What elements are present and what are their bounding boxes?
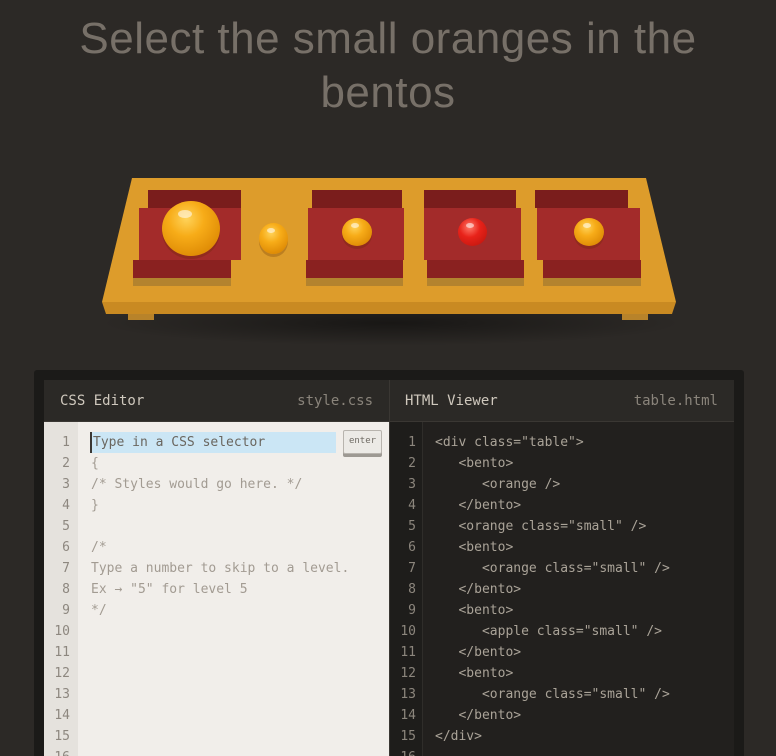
css_editor-line-number: 11	[54, 645, 70, 660]
css_editor-line-number: 7	[62, 561, 70, 576]
html_viewer-line-number: 9	[408, 603, 416, 618]
html_viewer-line-number: 2	[408, 456, 416, 471]
html_viewer-code-line: <bento>	[435, 666, 514, 681]
html_viewer-line-number: 12	[400, 666, 416, 681]
css_editor-code-line: /*	[91, 540, 107, 555]
css_editor-line-number: 15	[54, 729, 70, 744]
css-editor-filename: style.css	[297, 393, 373, 409]
css_editor-code-line: Type a number to skip to a level.	[91, 561, 350, 576]
html-line-numbers: 12345678910111213141516	[389, 422, 423, 756]
html_viewer-line-number: 1	[408, 435, 416, 450]
css_editor-code-line: }	[91, 498, 99, 513]
html_viewer-line-number: 10	[400, 624, 416, 639]
css-code-body: enter { /* Styles would go here. */} /* Typ…	[78, 422, 389, 756]
css_editor-line-number: 1	[62, 435, 70, 450]
html_viewer-code-line: <apple class="small" />	[435, 624, 662, 639]
css_editor-code-line: Ex → "5" for level 5	[91, 582, 248, 597]
css_editor-line-number: 8	[62, 582, 70, 597]
css_editor-line-number: 12	[54, 666, 70, 681]
editor: CSS Editor style.css 1 2 3 4 5 6 7 8 9 10 11 12 13 14…	[34, 370, 744, 756]
html-viewer-filename: table.html	[633, 393, 718, 409]
html_viewer-code-line: <bento>	[435, 540, 514, 555]
html-code-area: 12345678910111213141516 <div class="tabl…	[389, 422, 734, 756]
css_editor-line-number: 3	[62, 477, 70, 492]
css_editor-code-line: */	[91, 603, 107, 618]
css-editor-header: CSS Editor style.css	[44, 380, 389, 422]
css_editor-line-number: 5	[62, 519, 70, 534]
html_viewer-code-line: <orange />	[435, 477, 561, 492]
css-line-numbers: 12345678910111213141516	[44, 422, 78, 756]
css_editor-line-number: 2	[62, 456, 70, 471]
css-code-area: 12345678910111213141516 enter {/* Styles…	[44, 422, 389, 756]
html_viewer-code-line: <orange class="small" />	[435, 687, 670, 702]
css_editor-code-line: /* Styles would go here. */	[91, 477, 303, 492]
css_editor-line-number: 10	[54, 624, 70, 639]
html_viewer-line-number: 8	[408, 582, 416, 597]
css_editor-code-line: {	[91, 456, 99, 471]
html_viewer-line-number: 16	[390, 747, 416, 756]
css_editor-line-number: 9	[62, 603, 70, 618]
html_viewer-code-line: <orange class="small" />	[435, 561, 670, 576]
html_viewer-line-number: 3	[408, 477, 416, 492]
css-editor-title: CSS Editor	[60, 393, 145, 409]
css_editor-line-number: 14	[54, 708, 70, 723]
small-orange[interactable]	[259, 223, 288, 254]
html_viewer-line-number: 11	[400, 645, 416, 660]
css_editor-line-number: 6	[62, 540, 70, 555]
css-editor-pane: CSS Editor style.css 1 2 3 4 5 6 7 8 9 10 11 12 13 14…	[44, 380, 389, 756]
html_viewer-line-number: 13	[400, 687, 416, 702]
small-apple[interactable]	[458, 218, 487, 246]
html_viewer-line-number: 5	[408, 519, 416, 534]
html_viewer-code-line: </bento>	[435, 498, 522, 513]
enter-button[interactable]: enter	[343, 430, 382, 454]
html_viewer-line-number: 7	[408, 561, 416, 576]
html_viewer-code-line: </div>	[435, 729, 482, 744]
html_viewer-code-line: <orange class="small" />	[435, 519, 647, 534]
html-code-body: <div class="table"> <bento> <orange /> <…	[423, 422, 734, 756]
html-viewer-title: HTML Viewer	[405, 393, 498, 409]
html_viewer-code-line: </bento>	[435, 645, 522, 660]
css_editor-line-number: 13	[54, 687, 70, 702]
css_editor-line-number: 4	[62, 498, 70, 513]
html_viewer-line-number: 14	[400, 708, 416, 723]
html-viewer-pane: HTML Viewer table.html 1 2 3 4 5 6 7 8 9 10 11 12 13…	[389, 380, 734, 756]
small-orange[interactable]	[342, 218, 372, 246]
html-viewer-header: HTML Viewer table.html	[389, 380, 734, 422]
html_viewer-line-number: 6	[408, 540, 416, 555]
html_viewer-code-line: <bento>	[435, 603, 514, 618]
html_viewer-line-number: 4	[408, 498, 416, 513]
html_viewer-code-line: </bento>	[435, 582, 522, 597]
html_viewer-code-line: <div class="table">	[435, 435, 584, 450]
html_viewer-line-number: 15	[400, 729, 416, 744]
html_viewer-code-line: </bento>	[435, 708, 522, 723]
css-selector-input[interactable]	[90, 432, 336, 453]
orange[interactable]	[162, 201, 220, 256]
html_viewer-code-line: <bento>	[435, 456, 514, 471]
small-orange[interactable]	[574, 218, 604, 246]
css_editor-line-number: 16	[44, 747, 70, 756]
